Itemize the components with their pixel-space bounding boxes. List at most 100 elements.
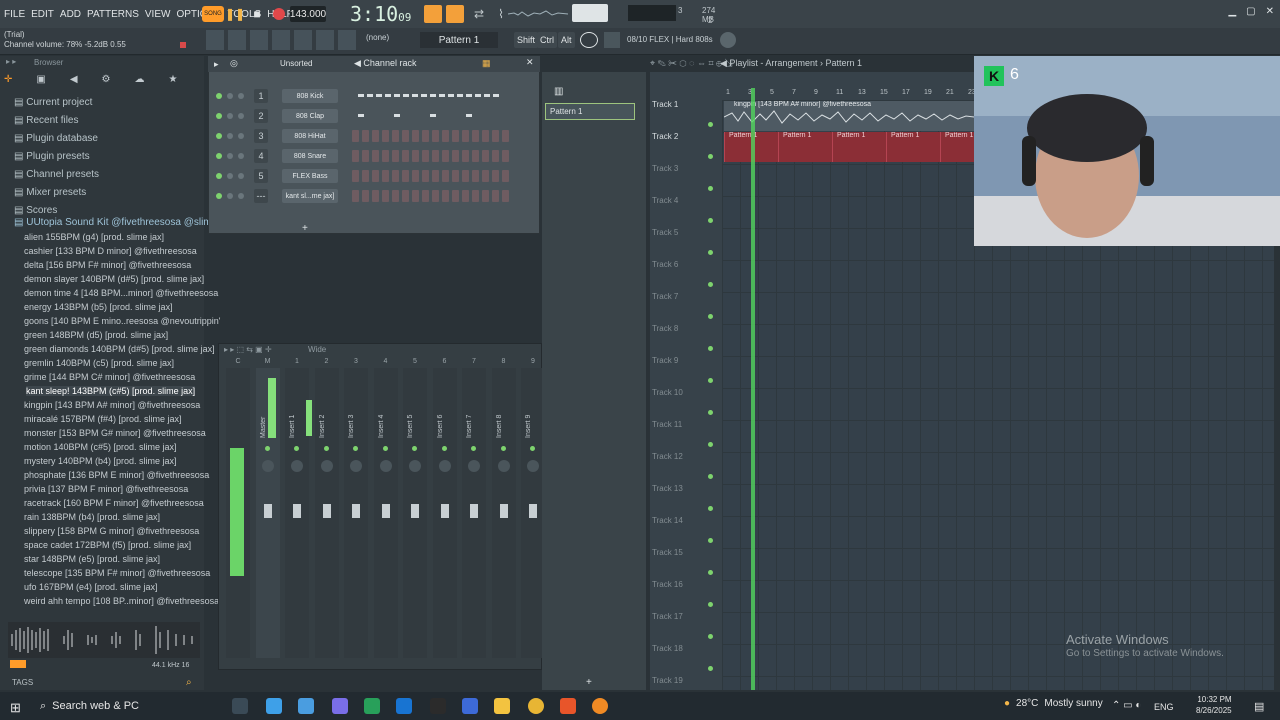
playlist-ruler[interactable]: 1 3 5 7 9 11 13 15 17 19 21 23 bbox=[722, 88, 976, 100]
copilot-icon[interactable] bbox=[266, 698, 282, 714]
pattern-list-icon[interactable]: ▥ bbox=[554, 86, 563, 97]
track-mute-led[interactable] bbox=[708, 474, 713, 479]
browser-file[interactable]: monster [153 BPM G# minor] @fivethreesos… bbox=[24, 428, 206, 438]
browser-file[interactable]: grime [144 BPM C# minor] @fivethreesosa bbox=[24, 372, 195, 382]
alt-key-button[interactable]: Alt bbox=[558, 32, 575, 48]
step-marker[interactable] bbox=[421, 94, 427, 97]
mixer-send-led[interactable] bbox=[471, 446, 476, 451]
close-icon[interactable]: ✕ bbox=[1266, 6, 1274, 17]
step-button[interactable] bbox=[482, 150, 489, 162]
step-button[interactable] bbox=[382, 130, 389, 142]
step-button[interactable] bbox=[382, 170, 389, 182]
channel-toggle-icon[interactable] bbox=[227, 133, 233, 139]
step-marker[interactable] bbox=[367, 94, 373, 97]
plugin-picker-icon[interactable] bbox=[316, 30, 334, 50]
track-mute-led[interactable] bbox=[708, 602, 713, 607]
mixer-pan-knob[interactable] bbox=[350, 460, 362, 472]
step-button[interactable] bbox=[502, 170, 509, 182]
track-header[interactable]: Track 12 bbox=[652, 452, 714, 484]
pattern-clip[interactable]: Pattern 1 bbox=[832, 132, 885, 162]
browser-file[interactable]: star 148BPM (e5) [prod. slime jax] bbox=[24, 554, 160, 564]
browser-file[interactable]: demon time 4 [148 BPM...minor] @fivethre… bbox=[24, 288, 218, 298]
rack-menu-icon[interactable]: ▸ bbox=[214, 59, 219, 70]
step-button[interactable] bbox=[502, 130, 509, 142]
mixer-pan-knob[interactable] bbox=[291, 460, 303, 472]
channel-toggle-icon[interactable] bbox=[238, 133, 244, 139]
mixer-pan-knob[interactable] bbox=[468, 460, 480, 472]
rack-swing-icon[interactable]: ◎ bbox=[230, 58, 238, 69]
ctrl-key-button[interactable]: Ctrl bbox=[537, 32, 557, 48]
mixer-fader[interactable] bbox=[263, 504, 272, 518]
track-header[interactable]: Track 13 bbox=[652, 484, 714, 516]
mixer-send-led[interactable] bbox=[294, 446, 299, 451]
step-button[interactable] bbox=[402, 190, 409, 202]
task-view-icon[interactable] bbox=[232, 698, 248, 714]
browser-file[interactable]: weird ahh tempo [108 BP..minor] @fivethr… bbox=[24, 596, 219, 606]
browser-file[interactable]: telescope [135 BPM F# minor] @fivethrees… bbox=[24, 568, 210, 578]
step-button[interactable] bbox=[472, 190, 479, 202]
tags-label[interactable]: TAGS bbox=[12, 678, 33, 687]
track-mute-led[interactable] bbox=[708, 282, 713, 287]
browser-cloud-icon[interactable]: ☁ bbox=[135, 74, 145, 92]
track-mute-led[interactable] bbox=[708, 218, 713, 223]
channel-name-button[interactable]: FLEX Bass bbox=[282, 169, 338, 183]
track-mute-led[interactable] bbox=[708, 314, 713, 319]
metronome-button[interactable] bbox=[424, 5, 442, 23]
step-marker[interactable] bbox=[466, 114, 472, 117]
track-header[interactable]: Track 5 bbox=[652, 228, 714, 260]
browser-arrows-icon[interactable]: ▸ ▸ bbox=[6, 57, 16, 66]
step-button[interactable] bbox=[502, 190, 509, 202]
menu-view[interactable]: VIEW bbox=[145, 9, 171, 20]
mixer-send-led[interactable] bbox=[353, 446, 358, 451]
weather-widget[interactable]: ● 28°C Mostly sunny bbox=[1004, 698, 1103, 709]
step-marker[interactable] bbox=[457, 94, 463, 97]
countdown-button[interactable] bbox=[446, 5, 464, 23]
channel-name-button[interactable]: 808 Clap bbox=[282, 109, 338, 123]
channel-rack-view-icon[interactable] bbox=[250, 30, 268, 50]
step-button[interactable] bbox=[402, 150, 409, 162]
pattern-list-item[interactable]: Pattern 1 bbox=[545, 103, 635, 120]
browser-item[interactable]: ▤ Current project bbox=[14, 97, 92, 108]
track-header[interactable]: Track 4 bbox=[652, 196, 714, 228]
browser-file[interactable]: green diamonds 140BPM (d#5) [prod. slime… bbox=[24, 344, 215, 354]
step-button[interactable] bbox=[492, 190, 499, 202]
mixer-send-led[interactable] bbox=[500, 446, 506, 451]
step-button[interactable] bbox=[352, 150, 359, 162]
folder-icon[interactable] bbox=[494, 698, 510, 714]
track-mute-led[interactable] bbox=[708, 250, 713, 255]
step-marker[interactable] bbox=[412, 94, 418, 97]
track-mute-led[interactable] bbox=[708, 442, 713, 447]
browser-file[interactable]: delta [156 BPM F# minor] @fivethreesosa bbox=[24, 260, 191, 270]
outlook-icon[interactable] bbox=[396, 698, 412, 714]
step-button[interactable] bbox=[382, 190, 389, 202]
step-button[interactable] bbox=[412, 190, 419, 202]
step-button[interactable] bbox=[422, 170, 429, 182]
spreadsheet-icon[interactable] bbox=[364, 698, 380, 714]
step-marker[interactable] bbox=[493, 94, 499, 97]
channel-toggle-icon[interactable] bbox=[238, 153, 244, 159]
track-header[interactable]: Track 17 bbox=[652, 612, 714, 644]
track-header[interactable]: Track 15 bbox=[652, 548, 714, 580]
channel-name-button[interactable]: 808 Kick bbox=[282, 89, 338, 103]
mixer-pan-knob[interactable] bbox=[438, 460, 451, 472]
track-header[interactable]: Track 14 bbox=[652, 516, 714, 548]
rack-close-icon[interactable]: ✕ bbox=[526, 57, 534, 68]
track-mute-led[interactable] bbox=[708, 506, 713, 511]
channel-toggle-icon[interactable] bbox=[238, 93, 244, 99]
channel-name-button[interactable]: 808 Snare bbox=[282, 149, 338, 163]
step-button[interactable] bbox=[372, 170, 379, 182]
track-mute-led[interactable] bbox=[708, 538, 713, 543]
browser-file[interactable]: slippery [158 BPM G minor] @fivethreesos… bbox=[24, 526, 199, 536]
track-header[interactable]: Track 11 bbox=[652, 420, 714, 452]
channel-name-button[interactable]: 808 HiHat bbox=[282, 129, 338, 143]
notifications-icon[interactable]: ▤ bbox=[1254, 700, 1264, 713]
step-marker[interactable] bbox=[430, 94, 436, 97]
language-indicator[interactable]: ENG bbox=[1154, 702, 1174, 712]
channel-row[interactable]: 5 FLEX Bass bbox=[212, 166, 532, 186]
mixer-fader[interactable] bbox=[470, 504, 478, 518]
browser-plugin-icon[interactable]: ⚙ bbox=[102, 74, 111, 92]
browser-file[interactable]: miracalé 157BPM (f#4) [prod. slime jax] bbox=[24, 414, 182, 424]
mixer-send-led[interactable] bbox=[323, 446, 329, 451]
browser-item[interactable]: ▤ Recent files bbox=[14, 115, 78, 126]
mixer-fader[interactable] bbox=[529, 504, 537, 518]
